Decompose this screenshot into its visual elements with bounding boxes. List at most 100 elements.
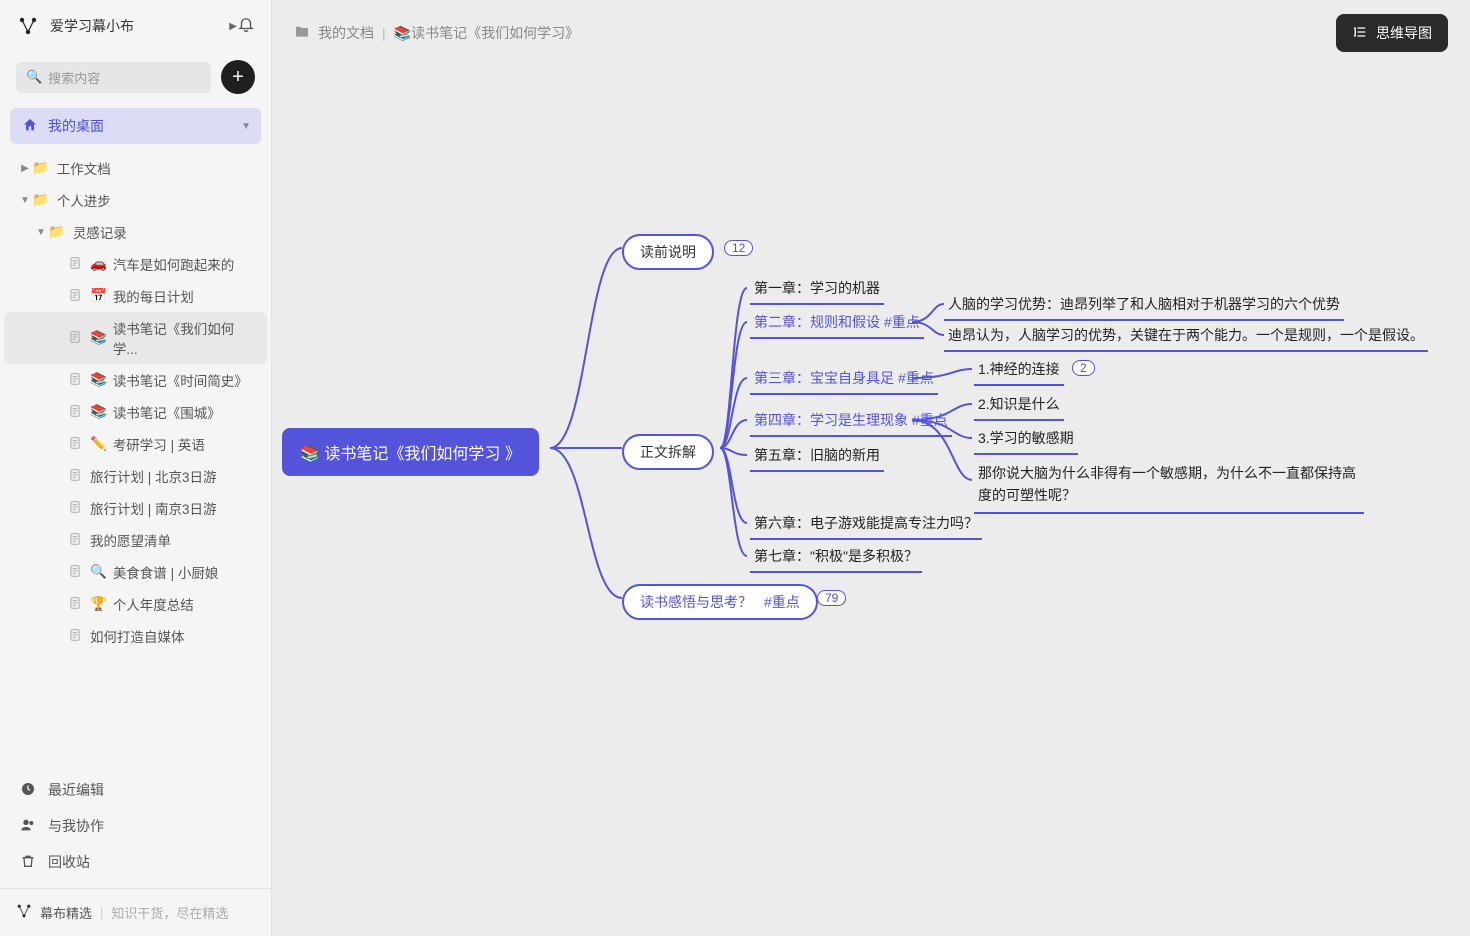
- item-emoji-icon: ✏️: [90, 436, 107, 452]
- breadcrumb-current[interactable]: 📚读书笔记《我们如何学习》: [394, 23, 579, 43]
- search-input[interactable]: 🔍 搜索内容: [16, 62, 211, 93]
- node-label: 3.学习的敏感期: [978, 430, 1074, 446]
- mindmap-view-button[interactable]: 思维导图: [1336, 14, 1448, 52]
- tree-folder-personal[interactable]: ▼ 📁 个人进步: [4, 184, 267, 216]
- tree-item-label: 如何打造自媒体: [90, 626, 185, 646]
- mindmap-node-ch3a[interactable]: 1.神经的连接: [974, 357, 1064, 386]
- node-count-badge: 79: [817, 590, 846, 606]
- mindmap-branch-preread[interactable]: 读前说明: [622, 234, 714, 270]
- add-button[interactable]: +: [221, 60, 255, 94]
- node-label: 第四章：学习是生理现象: [754, 412, 908, 428]
- node-tag: #重点: [912, 412, 948, 428]
- search-placeholder: 搜索内容: [48, 68, 100, 87]
- document-icon: [68, 628, 82, 645]
- item-emoji-icon: 📚: [90, 372, 107, 388]
- home-icon: [22, 117, 38, 136]
- mindmap-branch-thoughts[interactable]: 读书感悟与思考？ #重点: [622, 584, 818, 620]
- tree-item-label: 汽车是如何跑起来的: [113, 254, 235, 274]
- document-icon: [68, 564, 82, 581]
- sidebar-my-desktop[interactable]: 我的桌面 ▼: [10, 108, 261, 144]
- node-label: 第五章：旧脑的新用: [754, 447, 880, 463]
- tree-file-item[interactable]: 我的愿望清单: [4, 524, 267, 556]
- chevron-down-icon: ▼: [34, 227, 48, 238]
- document-icon: [68, 500, 82, 517]
- breadcrumb-root[interactable]: 我的文档: [318, 23, 374, 43]
- node-label: 第一章：学习的机器: [754, 280, 880, 296]
- user-dropdown-caret-icon[interactable]: ▶: [229, 21, 237, 32]
- node-label: 正文拆解: [640, 442, 696, 462]
- mindmap-node-ch2[interactable]: 第二章：规则和假设#重点: [750, 310, 924, 339]
- tree-file-item[interactable]: 🔍 美食食谱 | 小厨娘: [4, 556, 267, 588]
- folder-icon: 📁: [48, 224, 65, 240]
- mindmap-node-ch3b[interactable]: 2.知识是什么: [974, 392, 1064, 421]
- tree-item-label: 读书笔记《围城》: [113, 402, 221, 422]
- tree-file-item[interactable]: 🏆个人年度总结: [4, 588, 267, 620]
- tree-folder-inspiration[interactable]: ▼ 📁 灵感记录: [4, 216, 267, 248]
- sidebar: 爱学习幕小布 ▶ 🔍 搜索内容 + 我的桌面 ▼ ▶ 📁 工作文档 ▼ 📁 个人…: [0, 0, 272, 936]
- search-icon: 🔍: [26, 69, 42, 85]
- item-emoji-icon: 📅: [90, 288, 107, 304]
- document-icon: [68, 468, 82, 485]
- mindmap-root-node[interactable]: 📚 读书笔记《我们如何学习 》: [282, 428, 539, 476]
- mindmap-branch-body[interactable]: 正文拆解: [622, 434, 714, 470]
- clock-icon: [20, 781, 36, 800]
- mindmap-node-ch2b[interactable]: 迪昂认为，人脑学习的优势，关键在于两个能力。一个是规则，一个是假设。: [944, 323, 1428, 352]
- people-icon: [20, 817, 36, 836]
- tree-item-label: 个人年度总结: [113, 594, 194, 614]
- document-icon: [68, 288, 82, 305]
- mindmap-node-ch3c[interactable]: 3.学习的敏感期: [974, 426, 1078, 455]
- item-emoji-icon: 🔍: [90, 564, 107, 580]
- topbar: 我的文档 | 📚读书笔记《我们如何学习》 思维导图: [272, 0, 1470, 66]
- sidebar-bottom[interactable]: 幕布精选 | 知识干货，尽在精选: [0, 888, 271, 936]
- mindmap-icon: [1352, 24, 1368, 43]
- mindmap-node-ch5[interactable]: 第五章：旧脑的新用: [750, 443, 884, 472]
- tree-file-item[interactable]: 📚 读书笔记《围城》: [4, 396, 267, 428]
- nav-label: 与我协作: [48, 816, 104, 836]
- tree-item-label: 旅行计划 | 南京3日游: [90, 498, 217, 518]
- tree-file-item[interactable]: 🚗汽车是如何跑起来的: [4, 248, 267, 280]
- tree-file-item[interactable]: ✏️考研学习 | 英语: [4, 428, 267, 460]
- node-label: 第七章："积极"是多积极？: [754, 548, 918, 564]
- mindmap-canvas[interactable]: 📚 读书笔记《我们如何学习 》 读前说明 12 正文拆解 读书感悟与思考？ #重…: [272, 60, 1470, 936]
- tree-item-label: 读书笔记《时间简史》: [113, 370, 248, 390]
- sidebar-header: 爱学习幕小布 ▶: [0, 0, 271, 52]
- tree-item-label: 我的每日计划: [113, 286, 194, 306]
- user-name[interactable]: 爱学习幕小布: [50, 16, 225, 36]
- node-label: 读前说明: [640, 242, 696, 262]
- mindmap-node-ch2a[interactable]: 人脑的学习优势：迪昂列举了和人脑相对于机器学习的六个优势: [944, 292, 1344, 321]
- bottom-desc: 知识干货，尽在精选: [111, 903, 228, 922]
- node-count-badge: 2: [1072, 360, 1095, 376]
- tree-folder-workdocs[interactable]: ▶ 📁 工作文档: [4, 152, 267, 184]
- nav-collab[interactable]: 与我协作: [14, 808, 257, 844]
- mindmap-node-ch1[interactable]: 第一章：学习的机器: [750, 276, 884, 305]
- tree-file-item[interactable]: 📚读书笔记《我们如何学...: [4, 312, 267, 364]
- nav-label: 最近编辑: [48, 780, 104, 800]
- document-icon: [68, 596, 82, 613]
- chevron-down-icon: ▼: [18, 195, 32, 206]
- chevron-down-icon[interactable]: ▼: [241, 121, 251, 132]
- tree-item-label: 读书笔记《我们如何学...: [113, 318, 259, 358]
- tree-file-item[interactable]: 📅 我的每日计划: [4, 280, 267, 312]
- tree-item-label: 美食食谱 | 小厨娘: [113, 562, 219, 582]
- mindmap-node-ch6[interactable]: 第六章：电子游戏能提高专注力吗？: [750, 511, 982, 540]
- chevron-right-icon: ▶: [18, 163, 32, 174]
- nav-trash[interactable]: 回收站: [14, 844, 257, 880]
- item-emoji-icon: 📚: [90, 404, 107, 420]
- trash-icon: [20, 853, 36, 872]
- main-area: 我的文档 | 📚读书笔记《我们如何学习》 思维导图: [272, 0, 1470, 936]
- notification-bell-icon[interactable]: [237, 15, 255, 38]
- document-icon: [68, 532, 82, 549]
- tree-file-item[interactable]: 旅行计划 | 南京3日游: [4, 492, 267, 524]
- nav-recent[interactable]: 最近编辑: [14, 772, 257, 808]
- tree-file-item[interactable]: 旅行计划 | 北京3日游: [4, 460, 267, 492]
- node-label: 人脑的学习优势：迪昂列举了和人脑相对于机器学习的六个优势: [948, 296, 1340, 312]
- mindmap-node-ch4[interactable]: 第四章：学习是生理现象#重点: [750, 408, 952, 437]
- search-row: 🔍 搜索内容 +: [0, 52, 271, 108]
- tree-file-item[interactable]: 📚 读书笔记《时间简史》: [4, 364, 267, 396]
- document-icon: [68, 436, 82, 453]
- tree-file-item[interactable]: 如何打造自媒体: [4, 620, 267, 652]
- mindmap-node-ch3d[interactable]: 那你说大脑为什么非得有一个敏感期，为什么不一直都保持高度的可塑性呢？: [974, 460, 1364, 514]
- mindmap-node-ch3[interactable]: 第三章：宝宝自身具足#重点: [750, 366, 938, 395]
- mindmap-node-ch7[interactable]: 第七章："积极"是多积极？: [750, 544, 922, 573]
- breadcrumb-separator: |: [382, 25, 386, 41]
